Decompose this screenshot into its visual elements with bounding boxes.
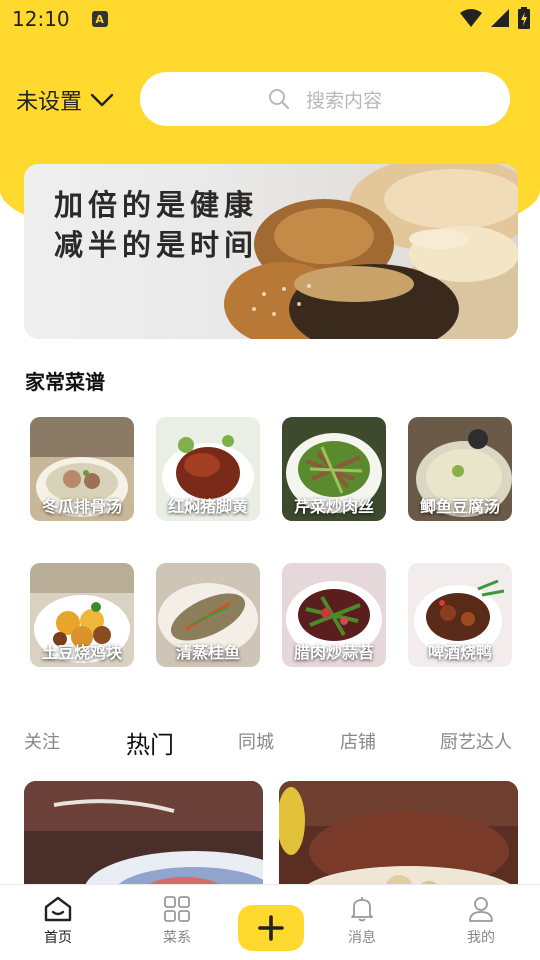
banner-headline-2: 减半的是时间 xyxy=(54,228,259,262)
tab-following[interactable]: 关注 xyxy=(24,728,60,754)
recipe-label: 啤酒烧鸭 xyxy=(427,643,492,662)
recipe-card-potato-chicken[interactable]: 土豆烧鸡块 xyxy=(30,563,134,667)
user-icon xyxy=(469,897,493,922)
nav-cuisines[interactable]: 菜系 xyxy=(137,895,217,947)
grid-icon xyxy=(164,896,190,922)
location-label: 未设置 xyxy=(16,90,83,115)
nav-home[interactable]: 首页 xyxy=(18,895,98,947)
search-placeholder: 搜索内容 xyxy=(305,89,382,112)
nav-messages[interactable]: 消息 xyxy=(322,895,402,947)
status-indicators xyxy=(460,7,530,29)
add-recipe-button[interactable] xyxy=(238,905,304,951)
bottom-navigation: 首页 菜系 消息 我的 xyxy=(0,884,540,960)
search-icon xyxy=(268,89,290,110)
feed-card-photo xyxy=(24,781,263,901)
search-input[interactable]: 搜索内容 xyxy=(140,72,510,126)
recipe-card-braised-pork[interactable]: 红焖猪脚黄 xyxy=(156,417,260,521)
nav-label: 菜系 xyxy=(163,930,191,946)
banner-headline-1: 加倍的是健康 xyxy=(54,188,259,222)
nav-label: 首页 xyxy=(44,930,72,946)
recipe-label: 鲫鱼豆腐汤 xyxy=(419,497,500,516)
tab-cooking-experts[interactable]: 厨艺达人 xyxy=(440,728,512,754)
bell-icon xyxy=(351,897,373,922)
nav-profile[interactable]: 我的 xyxy=(441,895,521,947)
feed-card[interactable] xyxy=(279,781,518,901)
wifi-icon xyxy=(460,9,482,27)
signal-icon xyxy=(491,9,509,27)
section-title: 家常菜谱 xyxy=(25,370,105,394)
recipe-card-celery-pork[interactable]: 芹菜炒肉丝 xyxy=(282,417,386,521)
recipe-label: 冬瓜排骨汤 xyxy=(41,497,122,516)
recipe-label: 红焖猪脚黄 xyxy=(167,497,248,516)
nav-label: 我的 xyxy=(467,930,495,946)
recipe-label: 芹菜炒肉丝 xyxy=(293,497,374,516)
status-bar: 12:10 A xyxy=(0,0,540,38)
tab-stores[interactable]: 店铺 xyxy=(340,728,376,754)
nav-label: 消息 xyxy=(348,930,376,946)
tab-popular[interactable]: 热门 xyxy=(126,725,174,760)
recipe-card-steamed-mandarin-fish[interactable]: 清蒸桂鱼 xyxy=(156,563,260,667)
notification-icon: A xyxy=(91,11,108,27)
recipe-label: 土豆烧鸡块 xyxy=(41,643,122,662)
feed-card[interactable] xyxy=(24,781,263,901)
recipe-label: 清蒸桂鱼 xyxy=(175,643,240,662)
recipe-label: 腊肉炒蒜苔 xyxy=(293,643,374,662)
recipe-card-bacon-garlic-sprouts[interactable]: 腊肉炒蒜苔 xyxy=(282,563,386,667)
tab-local[interactable]: 同城 xyxy=(238,728,274,754)
recipe-card-beer-duck[interactable]: 啤酒烧鸭 xyxy=(408,563,512,667)
chevron-down-icon xyxy=(90,93,114,107)
recipe-card-fish-tofu-soup[interactable]: 鲫鱼豆腐汤 xyxy=(408,417,512,521)
home-icon xyxy=(44,896,72,922)
promo-banner[interactable]: 加倍的是健康 减半的是时间 xyxy=(24,164,518,339)
feed-card-photo xyxy=(279,781,518,901)
battery-icon xyxy=(518,7,530,29)
plus-icon xyxy=(258,915,284,941)
status-time: 12:10 xyxy=(12,7,70,31)
location-selector[interactable]: 未设置 xyxy=(16,84,114,116)
recipe-card-winter-melon-soup[interactable]: 冬瓜排骨汤 xyxy=(30,417,134,521)
